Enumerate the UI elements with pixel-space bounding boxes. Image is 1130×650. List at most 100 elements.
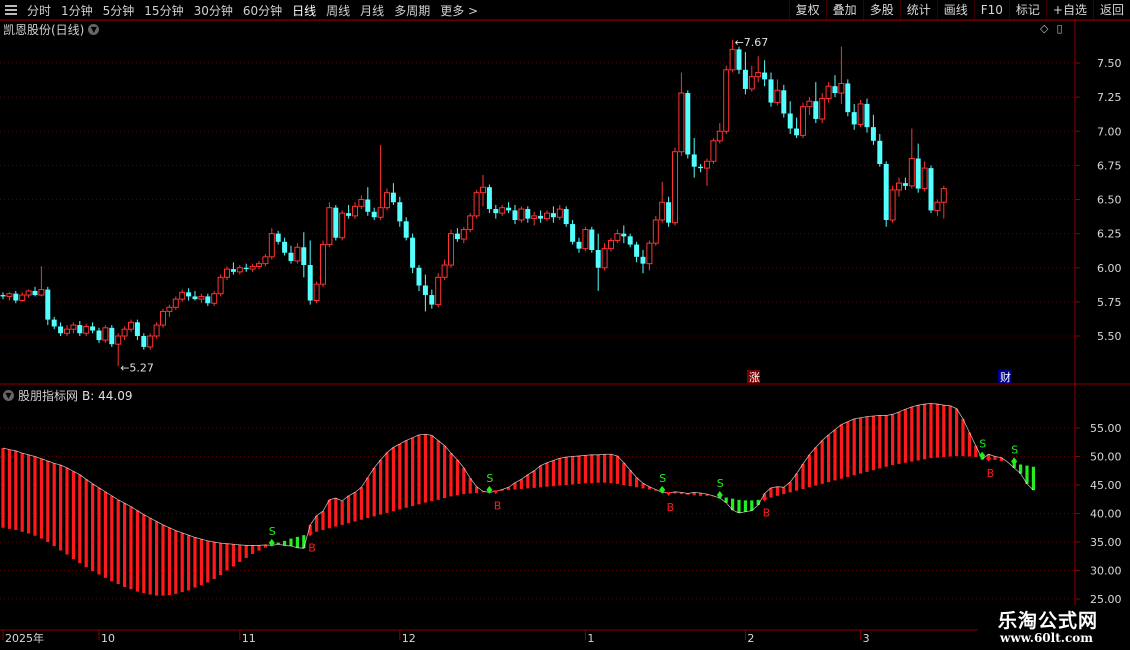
watermark-title: 乐淘公式网 bbox=[998, 610, 1099, 632]
candle-body-up bbox=[480, 186, 486, 194]
candle-body-down bbox=[346, 213, 352, 216]
sell-signal-marker: S bbox=[979, 438, 986, 451]
candle-body-down bbox=[365, 199, 371, 212]
candle-body-down bbox=[864, 103, 870, 128]
candle-body-up bbox=[172, 298, 179, 308]
candle-body-down bbox=[640, 256, 646, 264]
candle-body-up bbox=[294, 246, 301, 262]
candle-body-up bbox=[748, 76, 755, 90]
candle-body-up bbox=[121, 328, 128, 337]
candle-body-down bbox=[928, 168, 934, 211]
candle-body-down bbox=[877, 140, 883, 165]
candle-body-down bbox=[282, 241, 288, 253]
candle-body-up bbox=[358, 199, 365, 207]
buy-arrow-icon bbox=[761, 497, 768, 502]
candle-body-up bbox=[256, 263, 262, 267]
candle-body-up bbox=[70, 324, 77, 330]
watermark-url: www.60lt.com bbox=[1000, 631, 1093, 645]
candle-body-down bbox=[736, 49, 742, 70]
buy-arrow-icon bbox=[665, 491, 672, 496]
price-tick-label: 6.50 bbox=[1097, 194, 1122, 207]
candle-body-up bbox=[819, 97, 826, 120]
candle-body-down bbox=[390, 192, 396, 203]
candle-body-up bbox=[313, 283, 320, 302]
candle-body-up bbox=[518, 208, 525, 221]
candle-body-up bbox=[774, 89, 781, 104]
candle-body-down bbox=[563, 209, 569, 225]
candle-body-up bbox=[326, 207, 333, 246]
price-tick-label: 5.75 bbox=[1097, 296, 1122, 309]
event-marker-finance: 财 bbox=[1000, 370, 1011, 384]
candle-body-down bbox=[230, 269, 236, 272]
candle-body-down bbox=[333, 207, 339, 238]
candle-body-down bbox=[90, 326, 96, 331]
candle-body-down bbox=[570, 224, 576, 242]
chart-canvas[interactable]: 7.50 7.25 7.00 6.75 6.50 6.25 6.00 5.75 5.50 ←7.6… bbox=[0, 0, 1130, 650]
candle-body-up bbox=[889, 189, 896, 221]
candle-body-up bbox=[499, 207, 506, 214]
candle-body-down bbox=[307, 265, 313, 301]
candle-body-up bbox=[25, 290, 32, 296]
candle-body-down bbox=[45, 289, 51, 320]
candle-body-up bbox=[320, 244, 326, 285]
price-tick-label: 7.50 bbox=[1097, 57, 1122, 70]
candle-body-up bbox=[128, 321, 134, 330]
candle-body-up bbox=[608, 239, 614, 250]
time-axis-label: 1 bbox=[587, 632, 594, 645]
candle-body-up bbox=[198, 295, 205, 300]
buy-arrow-icon bbox=[492, 490, 499, 495]
candle-body-up bbox=[153, 324, 160, 337]
sell-diamond-icon bbox=[979, 451, 986, 460]
candle-body-up bbox=[531, 215, 538, 220]
candle-body-up bbox=[249, 265, 256, 270]
indicator-tick-label: 30.00 bbox=[1090, 565, 1122, 578]
high-price-label: ←7.67 bbox=[735, 36, 769, 49]
low-price-label: ←5.27 bbox=[120, 361, 154, 374]
candle-body-up bbox=[236, 267, 243, 273]
candle-body-down bbox=[416, 267, 422, 286]
candle-body-up bbox=[672, 151, 678, 224]
buy-signal-marker: B bbox=[987, 467, 995, 480]
candle-body-down bbox=[762, 72, 768, 80]
candle-body-down bbox=[813, 101, 819, 119]
candle-body-up bbox=[934, 201, 941, 211]
candle-body-down bbox=[794, 128, 800, 136]
sell-signal-marker: S bbox=[1011, 443, 1018, 456]
price-tick-label: 6.00 bbox=[1097, 262, 1122, 275]
candle-body-down bbox=[13, 293, 19, 301]
time-axis-label: 11 bbox=[242, 632, 256, 645]
candle-body-down bbox=[486, 187, 492, 210]
sell-signal-marker: S bbox=[717, 477, 724, 490]
candle-body-up bbox=[646, 242, 653, 265]
candle-body-up bbox=[678, 92, 685, 153]
candle-body-up bbox=[582, 229, 589, 250]
event-marker-limitup: 涨 bbox=[749, 371, 760, 384]
candle-body-down bbox=[742, 69, 748, 89]
candle-body-down bbox=[870, 127, 876, 141]
buy-arrow-icon bbox=[307, 532, 314, 537]
sell-signal-marker: S bbox=[486, 472, 493, 485]
candle-body-up bbox=[38, 289, 45, 296]
candle-body-down bbox=[288, 252, 294, 261]
candle-body-up bbox=[544, 212, 550, 220]
price-tick-label: 5.50 bbox=[1097, 330, 1122, 343]
candle-body-up bbox=[115, 335, 122, 345]
candle-body-down bbox=[205, 296, 211, 304]
candle-body-down bbox=[186, 292, 192, 297]
candle-body-down bbox=[768, 79, 774, 103]
candle-body-down bbox=[192, 296, 198, 300]
candle-body-up bbox=[716, 130, 723, 142]
candle-body-up bbox=[352, 205, 358, 217]
candle-body-down bbox=[538, 215, 544, 219]
candle-body-down bbox=[32, 290, 38, 296]
indicator-tick-label: 35.00 bbox=[1090, 536, 1122, 549]
candle-body-up bbox=[6, 293, 13, 297]
candle-body-up bbox=[755, 72, 762, 78]
candle-body-down bbox=[576, 241, 582, 249]
candle-body-up bbox=[729, 48, 736, 71]
candle-body-down bbox=[851, 112, 857, 125]
candle-body-up bbox=[384, 192, 390, 209]
indicator-tick-label: 50.00 bbox=[1090, 451, 1122, 464]
candle-body-up bbox=[614, 233, 621, 241]
candle-body-down bbox=[525, 209, 531, 219]
